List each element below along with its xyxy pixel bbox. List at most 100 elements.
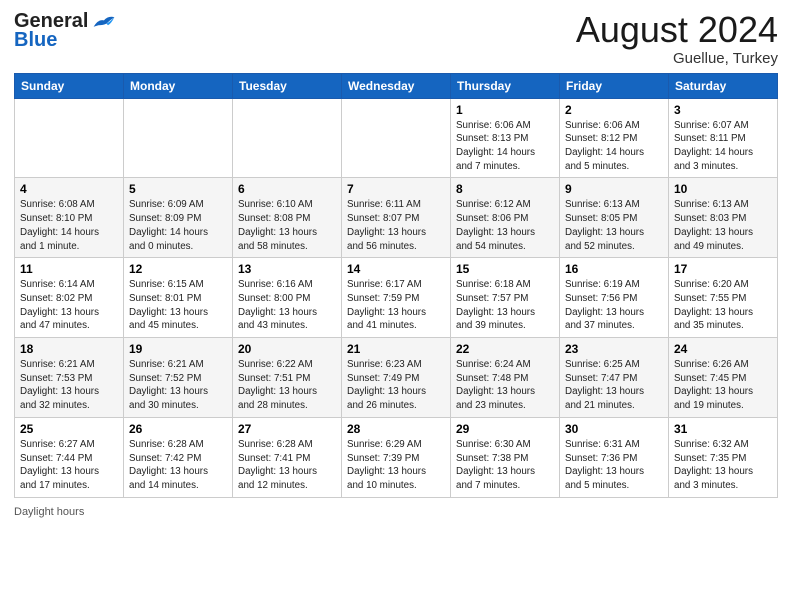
day-info: Sunrise: 6:13 AM Sunset: 8:05 PM Dayligh… [565,198,663,253]
calendar-cell: 18 Sunrise: 6:21 AM Sunset: 7:53 PM Dayli… [15,338,124,418]
day-number: 17 [674,262,772,276]
week-row-2: 4 Sunrise: 6:08 AM Sunset: 8:10 PM Daylig… [15,178,778,258]
calendar-cell: 4 Sunrise: 6:08 AM Sunset: 8:10 PM Daylig… [15,178,124,258]
day-number: 9 [565,182,663,196]
day-number: 31 [674,422,772,436]
day-number: 18 [20,342,118,356]
day-number: 7 [347,182,445,196]
day-info: Sunrise: 6:20 AM Sunset: 7:55 PM Dayligh… [674,278,772,333]
day-info: Sunrise: 6:28 AM Sunset: 7:41 PM Dayligh… [238,438,336,493]
calendar-cell: 3Sunrise: 6:07 AM Sunset: 8:11 PM Daylig… [669,98,778,178]
title-block: August 2024 Guellue, Turkey [576,10,778,67]
day-number: 1 [456,103,554,117]
calendar-cell: 23 Sunrise: 6:25 AM Sunset: 7:47 PM Dayli… [560,338,669,418]
calendar-cell: 29 Sunrise: 6:30 AM Sunset: 7:38 PM Dayli… [451,417,560,497]
daylight-label: Daylight hours [14,506,84,518]
calendar-cell: 28Sunrise: 6:29 AM Sunset: 7:39 PM Dayli… [342,417,451,497]
day-info: Sunrise: 6:10 AM Sunset: 8:08 PM Dayligh… [238,198,336,253]
calendar-cell: 8Sunrise: 6:12 AM Sunset: 8:06 PM Daylig… [451,178,560,258]
calendar-cell: 22Sunrise: 6:24 AM Sunset: 7:48 PM Dayli… [451,338,560,418]
col-header-tuesday: Tuesday [233,73,342,98]
day-number: 16 [565,262,663,276]
calendar-cell: 17 Sunrise: 6:20 AM Sunset: 7:55 PM Dayli… [669,258,778,338]
day-info: Sunrise: 6:26 AM Sunset: 7:45 PM Dayligh… [674,358,772,413]
col-header-monday: Monday [124,73,233,98]
day-info: Sunrise: 6:30 AM Sunset: 7:38 PM Dayligh… [456,438,554,493]
calendar-cell: 20 Sunrise: 6:22 AM Sunset: 7:51 PM Dayli… [233,338,342,418]
subtitle: Guellue, Turkey [576,50,778,67]
col-header-wednesday: Wednesday [342,73,451,98]
day-number: 13 [238,262,336,276]
day-number: 23 [565,342,663,356]
calendar-cell: 7 Sunrise: 6:11 AM Sunset: 8:07 PM Daylig… [342,178,451,258]
day-info: Sunrise: 6:28 AM Sunset: 7:42 PM Dayligh… [129,438,227,493]
calendar-cell: 25Sunrise: 6:27 AM Sunset: 7:44 PM Dayli… [15,417,124,497]
day-number: 12 [129,262,227,276]
calendar-cell: 15Sunrise: 6:18 AM Sunset: 7:57 PM Dayli… [451,258,560,338]
week-row-5: 25Sunrise: 6:27 AM Sunset: 7:44 PM Dayli… [15,417,778,497]
day-info: Sunrise: 6:15 AM Sunset: 8:01 PM Dayligh… [129,278,227,333]
day-number: 15 [456,262,554,276]
calendar-cell: 1 Sunrise: 6:06 AM Sunset: 8:13 PM Daylig… [451,98,560,178]
day-info: Sunrise: 6:08 AM Sunset: 8:10 PM Dayligh… [20,198,118,253]
header: General Blue August 2024 Guellue, Turkey [14,10,778,67]
day-number: 25 [20,422,118,436]
day-info: Sunrise: 6:32 AM Sunset: 7:35 PM Dayligh… [674,438,772,493]
day-number: 30 [565,422,663,436]
day-info: Sunrise: 6:16 AM Sunset: 8:00 PM Dayligh… [238,278,336,333]
day-info: Sunrise: 6:23 AM Sunset: 7:49 PM Dayligh… [347,358,445,413]
calendar-cell: 21 Sunrise: 6:23 AM Sunset: 7:49 PM Dayli… [342,338,451,418]
day-number: 8 [456,182,554,196]
calendar-cell: 26 Sunrise: 6:28 AM Sunset: 7:42 PM Dayli… [124,417,233,497]
calendar-table: SundayMondayTuesdayWednesdayThursdayFrid… [14,73,778,498]
day-info: Sunrise: 6:21 AM Sunset: 7:52 PM Dayligh… [129,358,227,413]
day-number: 6 [238,182,336,196]
day-info: Sunrise: 6:25 AM Sunset: 7:47 PM Dayligh… [565,358,663,413]
day-number: 11 [20,262,118,276]
day-number: 4 [20,182,118,196]
day-info: Sunrise: 6:14 AM Sunset: 8:02 PM Dayligh… [20,278,118,333]
calendar-cell: 30 Sunrise: 6:31 AM Sunset: 7:36 PM Dayli… [560,417,669,497]
day-info: Sunrise: 6:06 AM Sunset: 8:13 PM Dayligh… [456,119,554,174]
logo-blue-text: Blue [14,29,57,52]
page: General Blue August 2024 Guellue, Turkey… [0,0,792,612]
day-number: 21 [347,342,445,356]
day-info: Sunrise: 6:24 AM Sunset: 7:48 PM Dayligh… [456,358,554,413]
week-row-4: 18 Sunrise: 6:21 AM Sunset: 7:53 PM Dayli… [15,338,778,418]
calendar-cell: 16 Sunrise: 6:19 AM Sunset: 7:56 PM Dayli… [560,258,669,338]
day-info: Sunrise: 6:22 AM Sunset: 7:51 PM Dayligh… [238,358,336,413]
day-number: 2 [565,103,663,117]
logo-bird-icon [92,12,116,32]
calendar-header-row: SundayMondayTuesdayWednesdayThursdayFrid… [15,73,778,98]
day-number: 28 [347,422,445,436]
day-number: 5 [129,182,227,196]
calendar-cell [15,98,124,178]
main-title: August 2024 [576,10,778,50]
logo: General Blue [14,10,116,52]
day-info: Sunrise: 6:11 AM Sunset: 8:07 PM Dayligh… [347,198,445,253]
day-number: 3 [674,103,772,117]
col-header-thursday: Thursday [451,73,560,98]
day-number: 19 [129,342,227,356]
calendar-cell: 24Sunrise: 6:26 AM Sunset: 7:45 PM Dayli… [669,338,778,418]
footer-note: Daylight hours [14,506,778,518]
calendar-cell: 2Sunrise: 6:06 AM Sunset: 8:12 PM Daylig… [560,98,669,178]
calendar-cell: 9 Sunrise: 6:13 AM Sunset: 8:05 PM Daylig… [560,178,669,258]
calendar-cell: 12 Sunrise: 6:15 AM Sunset: 8:01 PM Dayli… [124,258,233,338]
day-number: 29 [456,422,554,436]
day-number: 27 [238,422,336,436]
day-number: 14 [347,262,445,276]
calendar-cell [124,98,233,178]
col-header-sunday: Sunday [15,73,124,98]
day-info: Sunrise: 6:31 AM Sunset: 7:36 PM Dayligh… [565,438,663,493]
day-number: 20 [238,342,336,356]
calendar-cell: 31 Sunrise: 6:32 AM Sunset: 7:35 PM Dayli… [669,417,778,497]
day-info: Sunrise: 6:17 AM Sunset: 7:59 PM Dayligh… [347,278,445,333]
day-number: 26 [129,422,227,436]
day-number: 10 [674,182,772,196]
day-info: Sunrise: 6:19 AM Sunset: 7:56 PM Dayligh… [565,278,663,333]
week-row-1: 1 Sunrise: 6:06 AM Sunset: 8:13 PM Daylig… [15,98,778,178]
calendar-cell: 10Sunrise: 6:13 AM Sunset: 8:03 PM Dayli… [669,178,778,258]
calendar-cell: 5Sunrise: 6:09 AM Sunset: 8:09 PM Daylig… [124,178,233,258]
day-info: Sunrise: 6:21 AM Sunset: 7:53 PM Dayligh… [20,358,118,413]
